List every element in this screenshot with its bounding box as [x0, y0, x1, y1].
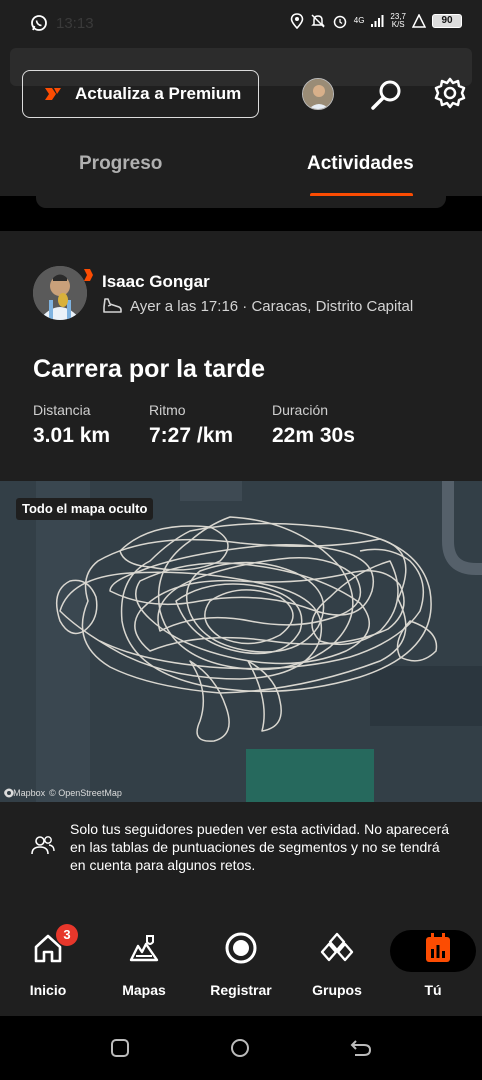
strava-logo-icon [45, 88, 61, 100]
athlete-avatar[interactable] [33, 266, 87, 320]
network-speed: 23,7 K/S [390, 13, 406, 29]
nav-grupos[interactable]: Grupos [289, 928, 385, 998]
alarm-icon [333, 15, 346, 29]
upgrade-premium-label: Actualiza a Premium [75, 84, 242, 103]
whatsapp-icon [31, 15, 47, 31]
athlete-name[interactable]: Isaac Gongar [102, 272, 210, 292]
stat-distance: Distancia 3.01 km [33, 402, 110, 448]
clock: 13:13 [56, 14, 94, 32]
stat-duration-label: Duración [272, 402, 329, 418]
map-hidden-badge: Todo el mapa oculto [16, 498, 154, 520]
activity-title[interactable]: Carrera por la tarde [33, 355, 265, 384]
strava-subscriber-badge-icon [84, 269, 93, 281]
status-bar: 13:13 4G 23,7 K/S 90 [0, 0, 482, 48]
attribution-osm[interactable]: © OpenStreetMap [49, 788, 122, 798]
stat-distance-value: 3.01 km [33, 424, 111, 447]
system-navigation-bar [0, 1016, 482, 1080]
signal-icon [371, 15, 384, 27]
stat-pace-value: 7:27 /km [149, 424, 234, 447]
avatar-image [303, 79, 333, 109]
previous-card-edge [36, 196, 446, 208]
followers-icon [31, 836, 55, 855]
groups-icon [320, 932, 354, 962]
you-icon [426, 933, 450, 962]
nav-inicio[interactable]: 3 Inicio [0, 924, 96, 998]
network-speed-unit: K/S [391, 20, 405, 29]
mapbox-logo-icon [4, 788, 14, 798]
nav-registrar-label: Registrar [210, 982, 272, 998]
profile-avatar[interactable] [302, 78, 334, 110]
privacy-text: Solo tus seguidores pueden ver esta acti… [70, 821, 450, 873]
stat-duration-value: 22m 30s [272, 424, 355, 447]
warning-icon [412, 14, 426, 28]
stat-distance-label: Distancia [33, 402, 91, 418]
activity-date-location: Ayer a las 17:16 · Caracas, Distrito Cap… [130, 297, 414, 315]
nav-mapas-label: Mapas [122, 982, 166, 998]
activity-meta: Ayer a las 17:16 · Caracas, Distrito Cap… [102, 297, 413, 315]
location-icon [290, 13, 304, 29]
notification-badge: 3 [56, 924, 78, 946]
nav-inicio-label: Inicio [29, 982, 67, 998]
nav-tu-label: Tú [424, 982, 442, 998]
mute-notifications-icon [310, 14, 325, 28]
stat-duration: Duración 22m 30s [272, 402, 355, 448]
back-icon[interactable] [350, 1038, 372, 1058]
nav-registrar[interactable]: Registrar [193, 928, 289, 998]
home-button-icon[interactable] [230, 1038, 250, 1058]
app-header: Actualiza a Premium Progreso Actividades [0, 48, 482, 197]
network-type: 4G [353, 16, 365, 25]
map-background [0, 481, 482, 802]
nav-grupos-label: Grupos [312, 982, 362, 998]
settings-gear-icon[interactable] [433, 76, 467, 110]
record-icon [225, 932, 257, 964]
nav-tu[interactable]: Tú [390, 928, 482, 998]
maps-icon [129, 935, 159, 962]
bottom-navigation: 3 Inicio Mapas Registrar Grupos Tú [0, 908, 482, 1016]
athlete-photo [33, 266, 87, 320]
stat-pace: Ritmo 7:27 /km [149, 402, 233, 448]
running-shoe-icon [103, 298, 122, 313]
map-attribution[interactable]: © Mapbox © OpenStreetMap [4, 788, 122, 798]
tab-progreso[interactable]: Progreso [79, 153, 162, 175]
nav-mapas[interactable]: Mapas [96, 928, 192, 998]
activity-map[interactable]: Todo el mapa oculto © Mapbox © OpenStree… [0, 481, 482, 802]
privacy-notice: Solo tus seguidores pueden ver esta acti… [0, 802, 482, 908]
upgrade-premium-button[interactable]: Actualiza a Premium [22, 70, 259, 118]
tab-actividades[interactable]: Actividades [307, 153, 414, 175]
recent-apps-icon[interactable] [110, 1038, 130, 1058]
stat-pace-label: Ritmo [149, 402, 186, 418]
battery-indicator: 90 [432, 14, 462, 28]
search-icon[interactable] [370, 78, 404, 112]
activity-card[interactable]: Isaac Gongar Ayer a las 17:16 · Caracas,… [0, 231, 482, 481]
